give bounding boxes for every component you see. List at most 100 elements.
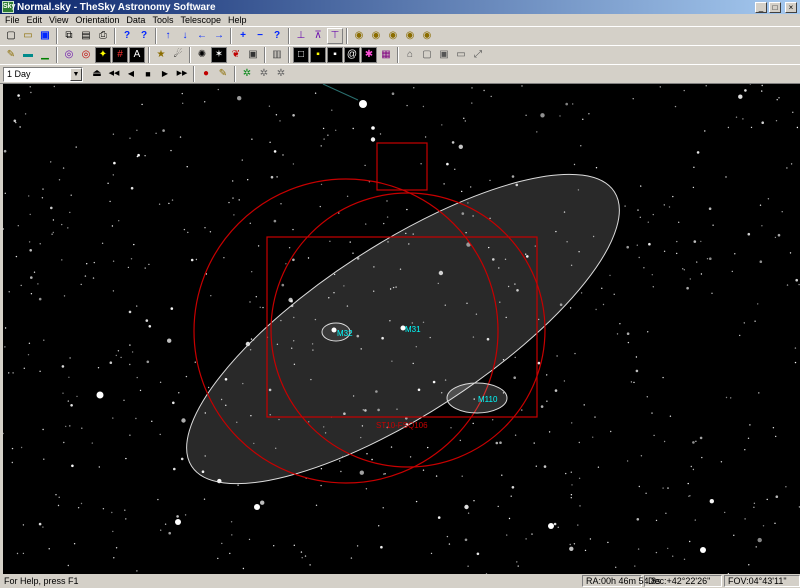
star — [28, 241, 31, 243]
frame-icon[interactable]: ▭ — [453, 47, 469, 63]
sky-chart-icon[interactable]: ✲ — [239, 66, 255, 82]
m32-label[interactable]: M32 — [337, 329, 353, 338]
m110-galaxy-outline[interactable] — [446, 382, 508, 414]
maximize-button[interactable]: □ — [769, 1, 781, 13]
star — [371, 459, 373, 461]
star — [662, 376, 664, 379]
export-chart-icon[interactable]: ✲ — [256, 66, 272, 82]
skip-back-icon[interactable]: ◀◀ — [106, 66, 122, 82]
step-back-icon[interactable]: ◀ — [123, 66, 139, 82]
copy-icon[interactable]: ⧉ — [61, 28, 77, 44]
find-icon[interactable]: ? — [269, 28, 285, 44]
star — [540, 113, 545, 118]
camera-icon[interactable]: ▣ — [245, 47, 261, 63]
orbit-2-icon[interactable]: ◉ — [368, 28, 384, 44]
context-help-icon[interactable]: ? — [136, 28, 152, 44]
display-explorer-icon[interactable]: ✎ — [3, 47, 19, 63]
constellation-icon[interactable]: ✦ — [95, 47, 111, 63]
telescope-link-icon[interactable]: ⊥ — [293, 28, 309, 44]
menu-view[interactable]: View — [49, 15, 68, 25]
frame-black-icon[interactable]: □ — [293, 47, 309, 63]
frame-spiral-icon[interactable]: @ — [344, 47, 360, 63]
arrow-right-icon[interactable]: → — [211, 28, 227, 44]
new-file-icon[interactable]: ▢ — [3, 28, 19, 44]
star — [30, 91, 32, 94]
paste-icon[interactable]: ▤ — [78, 28, 94, 44]
menu-tools[interactable]: Tools — [152, 15, 173, 25]
focus-icon[interactable]: ▢ — [419, 47, 435, 63]
star — [386, 200, 388, 202]
stop-icon[interactable]: ■ — [140, 66, 156, 82]
orbit-3-icon[interactable]: ◉ — [385, 28, 401, 44]
time-step-select[interactable]: 1 Day ▼ — [3, 66, 83, 82]
galaxies-icon[interactable]: ☄ — [170, 47, 186, 63]
menu-data[interactable]: Data — [126, 15, 145, 25]
arrow-down-icon[interactable]: ↓ — [177, 28, 193, 44]
frame-yellow-icon[interactable]: ▪ — [310, 47, 326, 63]
help-icon[interactable]: ? — [119, 28, 135, 44]
measure-icon[interactable]: ⤢ — [470, 47, 486, 63]
orbit-1-icon[interactable]: ◉ — [351, 28, 367, 44]
m31-label[interactable]: M31 — [405, 325, 421, 334]
tools-icon[interactable]: ▥ — [269, 47, 285, 63]
sky-chart[interactable]: M32 M31 M110 ST10-FSQ106 — [3, 84, 800, 574]
app-icon[interactable]: Sky — [2, 1, 15, 13]
star — [335, 129, 337, 131]
telescope-slew-icon[interactable]: ⊼ — [310, 28, 326, 44]
star — [117, 350, 120, 352]
save-icon[interactable]: ▣ — [37, 28, 53, 44]
star — [643, 267, 645, 269]
star — [259, 306, 261, 308]
star — [640, 455, 643, 457]
minimize-button[interactable]: _ — [755, 1, 767, 13]
image-icon[interactable]: ▦ — [378, 47, 394, 63]
planets-icon[interactable]: ◎ — [61, 47, 77, 63]
comets-icon[interactable]: ✶ — [211, 47, 227, 63]
grid-icon[interactable]: # — [112, 47, 128, 63]
telescope-center-icon[interactable]: ⊤ — [327, 28, 343, 44]
orbit-5-icon[interactable]: ◉ — [419, 28, 435, 44]
menu-edit[interactable]: Edit — [27, 15, 43, 25]
m110-label[interactable]: M110 — [478, 395, 498, 404]
frame-pink-icon[interactable]: ✱ — [361, 47, 377, 63]
chevron-down-icon[interactable]: ▼ — [70, 67, 82, 81]
star — [58, 496, 60, 498]
m32-core — [331, 327, 337, 333]
menu-telescope[interactable]: Telescope — [180, 15, 221, 25]
step-forward-icon[interactable]: ▶ — [157, 66, 173, 82]
star — [693, 166, 695, 168]
horizon-icon[interactable]: ▬ — [20, 47, 36, 63]
nebulae-icon[interactable]: ✺ — [194, 47, 210, 63]
arrow-left-icon[interactable]: ← — [194, 28, 210, 44]
open-file-icon[interactable]: ▭ — [20, 28, 36, 44]
menu-file[interactable]: File — [5, 15, 20, 25]
skip-forward-icon[interactable]: ▶▶ — [174, 66, 190, 82]
zoom-out-icon[interactable]: − — [252, 28, 268, 44]
menu-orientation[interactable]: Orientation — [75, 15, 119, 25]
record-icon[interactable]: ● — [198, 66, 214, 82]
reticle-icon[interactable]: ⌂ — [402, 47, 418, 63]
orbit-4-icon[interactable]: ◉ — [402, 28, 418, 44]
frame-white-icon[interactable]: ▪ — [327, 47, 343, 63]
pencil-icon[interactable]: ✎ — [215, 66, 231, 82]
star — [653, 434, 655, 437]
sky-chart-svg[interactable]: M32 M31 M110 ST10-FSQ106 — [3, 84, 800, 574]
close-button[interactable]: × — [785, 1, 797, 13]
star — [290, 299, 293, 303]
print-icon[interactable]: ⎙ — [95, 28, 111, 44]
print-chart-icon[interactable]: ✲ — [273, 66, 289, 82]
star — [379, 133, 382, 135]
star — [473, 500, 475, 502]
labels-icon[interactable]: A — [129, 47, 145, 63]
export-image-icon[interactable]: ▣ — [436, 47, 452, 63]
zoom-in-icon[interactable]: + — [235, 28, 251, 44]
stars-icon[interactable]: ★ — [153, 47, 169, 63]
menu-help[interactable]: Help — [228, 15, 247, 25]
deep-sky-icon[interactable]: ◎ — [78, 47, 94, 63]
arrow-up-icon[interactable]: ↑ — [160, 28, 176, 44]
rewind-icon[interactable]: ⏏ — [89, 66, 105, 82]
star — [270, 175, 274, 179]
ccd-icon[interactable]: ❦ — [228, 47, 244, 63]
star — [15, 121, 17, 124]
ground-icon[interactable]: ▁ — [37, 47, 53, 63]
